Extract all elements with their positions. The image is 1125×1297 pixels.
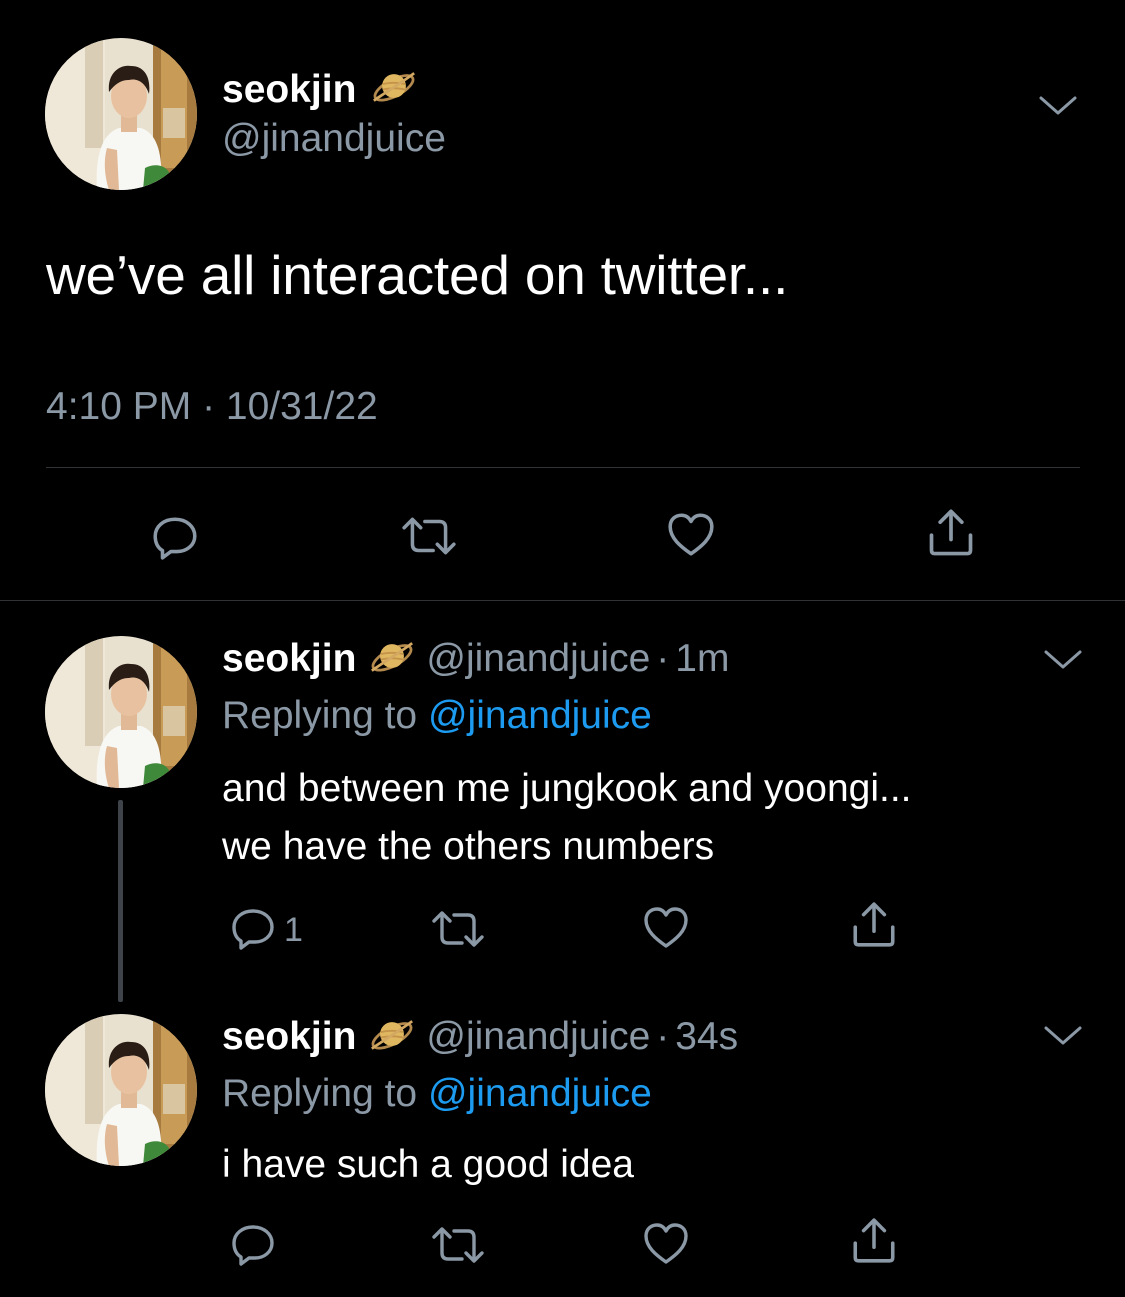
like-icon[interactable] [665, 510, 717, 560]
retweet-icon[interactable] [430, 905, 486, 953]
reply-text: and between me jungkook and yoongi... we… [222, 760, 912, 876]
reply-icon[interactable] [150, 512, 200, 562]
share-icon[interactable] [849, 900, 899, 950]
saturn-emoji-icon [370, 1012, 414, 1068]
chevron-down-icon[interactable] [1038, 94, 1078, 123]
separator-dot: · [656, 1015, 670, 1058]
author-handle[interactable]: @jinandjuice [222, 115, 446, 163]
thread-connector-line [118, 800, 123, 1002]
author-display-name[interactable]: seokjin [222, 68, 356, 111]
chevron-down-icon[interactable] [1043, 1024, 1083, 1053]
chevron-down-icon[interactable] [1043, 648, 1083, 677]
author-name-row[interactable]: seokjin [222, 64, 416, 120]
reply-author-avatar[interactable] [45, 1014, 197, 1166]
reply-text-line: i have such a good idea [222, 1143, 634, 1186]
retweet-icon[interactable] [430, 1221, 486, 1269]
reply-text-line: we have the others numbers [222, 825, 715, 868]
like-icon[interactable] [641, 1220, 691, 1268]
reply-text-line: and between me jungkook and yoongi... [222, 767, 912, 810]
tweet-text: we’ve all interacted on twitter... [46, 244, 789, 306]
separator-dot: · [656, 637, 670, 680]
retweet-icon[interactable] [400, 511, 458, 561]
reply-icon[interactable] [229, 904, 277, 952]
replying-to-label: Replying to [222, 694, 428, 737]
reply-icon[interactable] [229, 1220, 277, 1268]
reply-header: seokjin @jinandjuice · 1m [222, 634, 729, 690]
reply-author-name[interactable]: seokjin [222, 1015, 356, 1058]
replying-to-mention[interactable]: @jinandjuice [428, 1072, 652, 1115]
saturn-emoji-icon [372, 64, 416, 120]
reply-header: seokjin @jinandjuice · 34s [222, 1012, 738, 1068]
author-avatar[interactable] [45, 38, 197, 190]
share-icon[interactable] [849, 1216, 899, 1266]
reply-count[interactable]: 1 [284, 910, 303, 950]
reply-author-handle[interactable]: @jinandjuice [426, 1015, 650, 1058]
tweet-timestamp[interactable]: 4:10 PM · 10/31/22 [46, 382, 378, 432]
replying-to-line: Replying to @jinandjuice [222, 1070, 652, 1118]
divider [46, 467, 1080, 468]
like-icon[interactable] [641, 904, 691, 952]
divider [0, 600, 1125, 601]
replying-to-line: Replying to @jinandjuice [222, 692, 652, 740]
share-icon[interactable] [925, 507, 977, 559]
reply-author-name[interactable]: seokjin [222, 637, 356, 680]
reply-author-avatar[interactable] [45, 636, 197, 788]
saturn-emoji-icon [370, 634, 414, 690]
reply-time[interactable]: 34s [675, 1015, 738, 1058]
reply-text: i have such a good idea [222, 1136, 634, 1194]
replying-to-label: Replying to [222, 1072, 428, 1115]
replying-to-mention[interactable]: @jinandjuice [428, 694, 652, 737]
reply-time[interactable]: 1m [675, 637, 729, 680]
reply-author-handle[interactable]: @jinandjuice [426, 637, 650, 680]
